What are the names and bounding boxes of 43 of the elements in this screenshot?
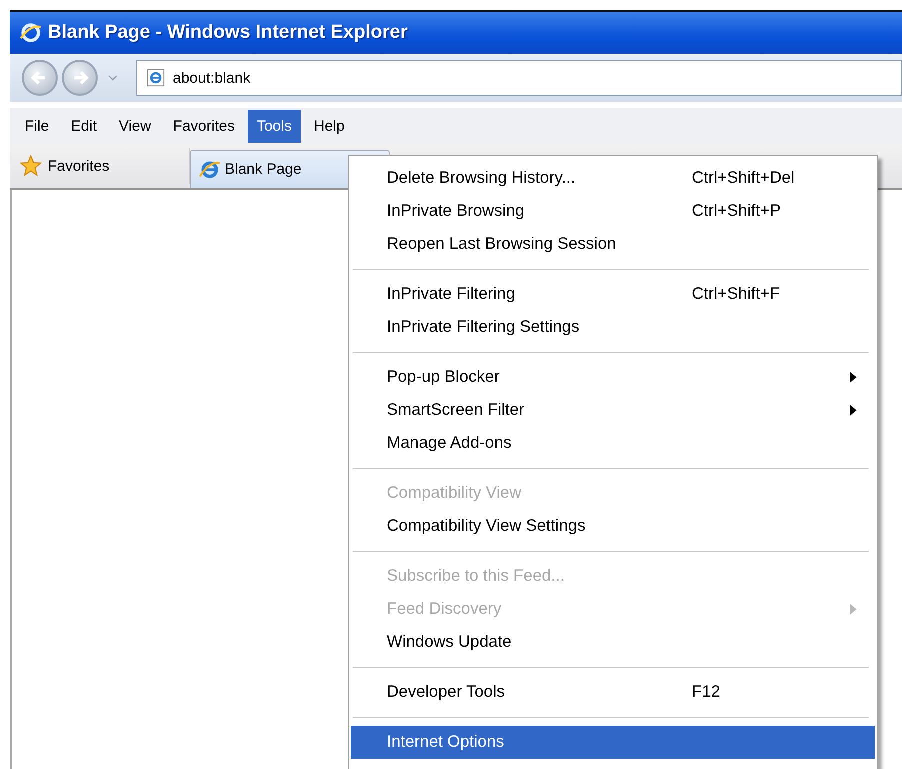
menu-item[interactable]: SmartScreen Filter	[351, 394, 875, 427]
menu-item[interactable]: InPrivate Filtering Ctrl+Shift+F	[351, 278, 875, 311]
menu-item[interactable]: Pop-up Blocker	[351, 361, 875, 394]
address-field[interactable]: about:blank	[136, 60, 902, 96]
shortcut-label: Ctrl+Shift+F	[692, 285, 780, 304]
menu-item-label: Pop-up Blocker	[387, 368, 501, 387]
menu-bar-item[interactable]: Help	[305, 110, 354, 142]
menu-item[interactable]: Internet Options	[351, 726, 875, 759]
menu-item-label: Compatibility View Settings	[387, 517, 587, 536]
forward-button[interactable]	[62, 60, 98, 96]
page-icon	[147, 69, 165, 87]
menu-bar-item[interactable]: Edit	[62, 110, 106, 142]
menu-item-label: Developer Tools	[387, 683, 506, 702]
menu-item-label: Feed Discovery	[387, 600, 503, 619]
menu-item-label: Manage Add-ons	[387, 434, 513, 453]
menu-item[interactable]: Reopen Last Browsing Session	[351, 228, 875, 261]
menu-bar-item[interactable]: File	[16, 110, 58, 142]
menu-item[interactable]: InPrivate Filtering Settings	[351, 311, 875, 344]
menu-item[interactable]: InPrivate Browsing Ctrl+Shift+P	[351, 195, 875, 228]
menu-item-label: InPrivate Filtering	[387, 285, 516, 304]
shortcut-label: Ctrl+Shift+P	[692, 202, 781, 221]
browser-logo-icon	[20, 22, 42, 44]
menu-item-label: Reopen Last Browsing Session	[387, 235, 618, 254]
menu-bar-item[interactable]: Favorites	[164, 110, 244, 142]
menu-item[interactable]: Developer Tools F12	[351, 676, 875, 709]
back-button[interactable]	[22, 60, 58, 96]
star-icon	[20, 155, 42, 177]
menu-item-label: Internet Options	[387, 733, 506, 752]
menu-item-label: SmartScreen Filter	[387, 401, 526, 420]
menu-item-label: Windows Update	[387, 633, 513, 652]
menu-item-label: Delete Browsing History...	[387, 169, 577, 188]
menu-item-label: InPrivate Browsing	[387, 202, 526, 221]
menu-bar-item[interactable]: Tools	[248, 110, 301, 142]
shortcut-label: Ctrl+Shift+Del	[692, 169, 795, 188]
menu-item[interactable]: Manage Add-ons	[351, 427, 875, 460]
menu-item-label: Subscribe to this Feed...	[387, 567, 566, 586]
menu-item[interactable]: Compatibility View Settings	[351, 510, 875, 543]
menu-item-label: Compatibility View	[387, 484, 522, 503]
menu-item-label: InPrivate Filtering Settings	[387, 318, 581, 337]
menu-bar-item[interactable]: View	[110, 110, 160, 142]
menu-item[interactable]: Windows Update	[351, 626, 875, 659]
shortcut-label: F12	[692, 683, 720, 702]
window-title: Blank Page - Windows Internet Explorer	[48, 22, 408, 44]
